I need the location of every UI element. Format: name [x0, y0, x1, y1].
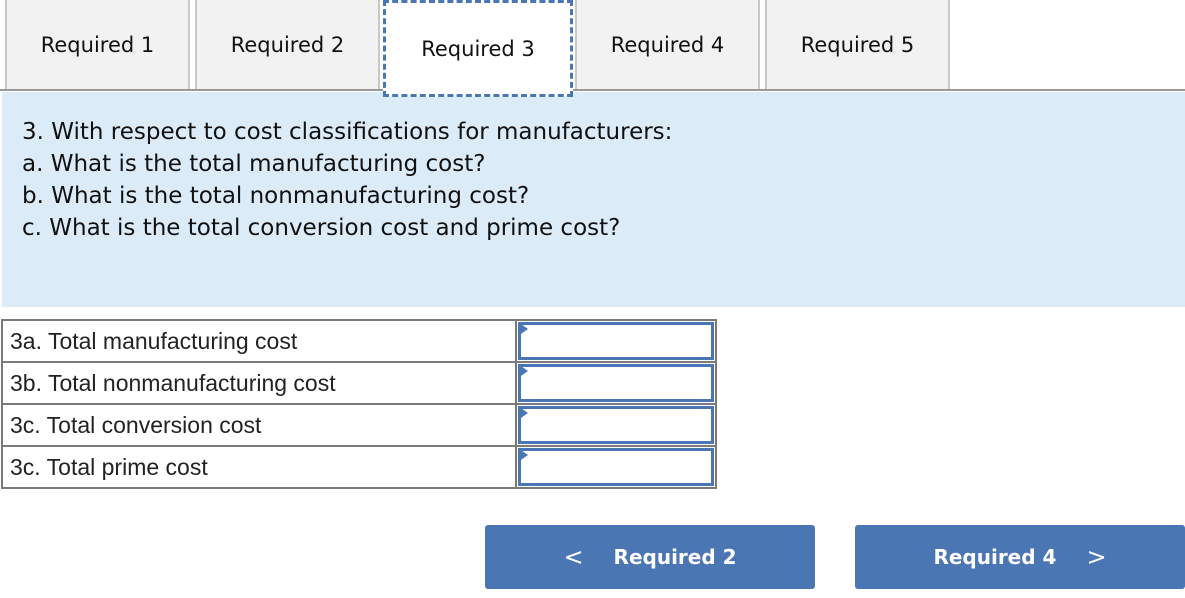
row-label: 3b. Total nonmanufacturing cost: [1, 361, 517, 405]
table-row: 3c. Total conversion cost: [1, 403, 717, 447]
answer-table: 3a. Total manufacturing cost 3b. Total n…: [1, 319, 717, 489]
question-box: 3. With respect to cost classifications …: [2, 92, 1185, 307]
question-line-intro: 3. With respect to cost classifications …: [22, 119, 673, 145]
chevron-right-icon: >: [1086, 543, 1107, 571]
answer-cell: [515, 445, 717, 489]
total-conversion-cost-input[interactable]: [518, 406, 714, 444]
input-marker-icon: [518, 406, 528, 420]
answer-cell: [515, 403, 717, 447]
total-manufacturing-cost-input[interactable]: [518, 322, 714, 360]
table-row: 3a. Total manufacturing cost: [1, 319, 717, 363]
table-row: 3b. Total nonmanufacturing cost: [1, 361, 717, 405]
total-nonmanufacturing-cost-input[interactable]: [518, 364, 714, 402]
question-line-a: a. What is the total manufacturing cost?: [22, 151, 486, 177]
answer-cell: [515, 361, 717, 405]
tab-required-2[interactable]: Required 2: [195, 0, 380, 89]
input-marker-icon: [518, 322, 528, 336]
row-label: 3a. Total manufacturing cost: [1, 319, 517, 363]
question-line-b: b. What is the total nonmanufacturing co…: [22, 183, 530, 209]
total-prime-cost-input[interactable]: [518, 448, 714, 486]
input-marker-icon: [518, 364, 528, 378]
prev-required-2-button[interactable]: < Required 2: [485, 525, 815, 589]
next-required-4-button[interactable]: Required 4 >: [855, 525, 1185, 589]
question-line-c: c. What is the total conversion cost and…: [22, 215, 621, 241]
tab-required-4[interactable]: Required 4: [575, 0, 760, 89]
input-marker-icon: [518, 448, 528, 462]
tab-required-3[interactable]: Required 3: [383, 0, 573, 97]
row-label: 3c. Total prime cost: [1, 445, 517, 489]
prev-button-label: Required 2: [613, 545, 737, 569]
tab-required-1[interactable]: Required 1: [5, 0, 190, 89]
answer-cell: [515, 319, 717, 363]
chevron-left-icon: <: [563, 543, 584, 571]
tab-required-5[interactable]: Required 5: [765, 0, 950, 89]
next-button-label: Required 4: [933, 545, 1057, 569]
table-row: 3c. Total prime cost: [1, 445, 717, 489]
row-label: 3c. Total conversion cost: [1, 403, 517, 447]
tab-bar: Required 1 Required 2 Required 3 Require…: [0, 0, 1185, 97]
